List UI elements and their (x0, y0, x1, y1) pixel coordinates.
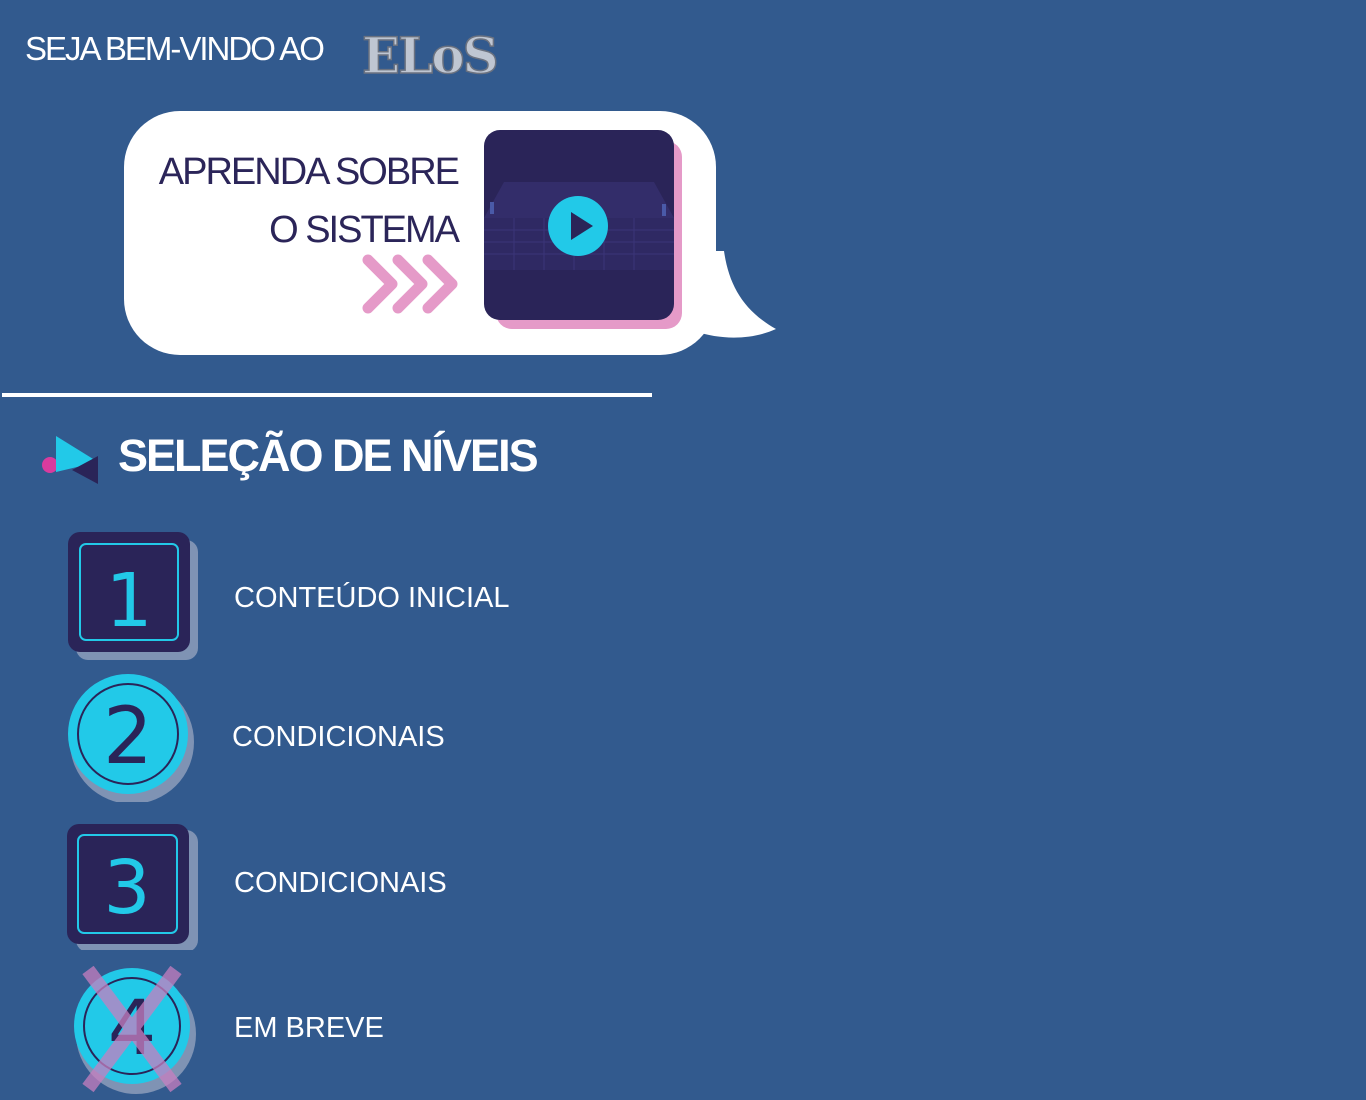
video-thumbnail[interactable] (484, 130, 674, 320)
triple-chevron-icon (362, 254, 458, 314)
level-3-number: 3 (103, 845, 150, 931)
level-4-item[interactable]: 4 EM BREVE (60, 966, 580, 1096)
learn-system-bubble[interactable]: APRENDA SOBRE O SISTEMA (124, 111, 716, 355)
level-1-number: 1 (105, 558, 152, 644)
level-1-badge: 1 (68, 532, 198, 660)
level-4-badge: 4 (74, 966, 196, 1094)
level-2-item[interactable]: 2 CONDICIONAIS (60, 672, 580, 802)
level-4-label: EM BREVE (234, 1012, 384, 1044)
level-3-item[interactable]: 3 CONDICIONAIS (60, 820, 580, 950)
level-2-badge: 2 (68, 674, 194, 802)
learn-system-text: APRENDA SOBRE O SISTEMA (118, 143, 460, 259)
learn-system-card: APRENDA SOBRE O SISTEMA (124, 111, 784, 361)
elos-logo: ELoS (361, 25, 499, 83)
learn-line-1: APRENDA SOBRE (158, 151, 460, 193)
levels-section-icon (42, 436, 98, 484)
level-2-label: CONDICIONAIS (232, 721, 445, 753)
levels-section-title: SELEÇÃO DE NÍVEIS (118, 430, 539, 481)
play-icon[interactable] (548, 196, 608, 256)
section-divider (2, 393, 652, 397)
level-3-badge: 3 (67, 824, 198, 950)
logo-text: ELoS (362, 26, 497, 83)
welcome-text: SEJA BEM-VINDO AO (25, 30, 325, 67)
level-3-label: CONDICIONAIS (234, 867, 447, 899)
level-2-number: 2 (103, 692, 153, 782)
level-1-label: CONTEÚDO INICIAL (234, 582, 510, 614)
level-1-item[interactable]: 1 CONTEÚDO INICIAL (60, 530, 580, 660)
